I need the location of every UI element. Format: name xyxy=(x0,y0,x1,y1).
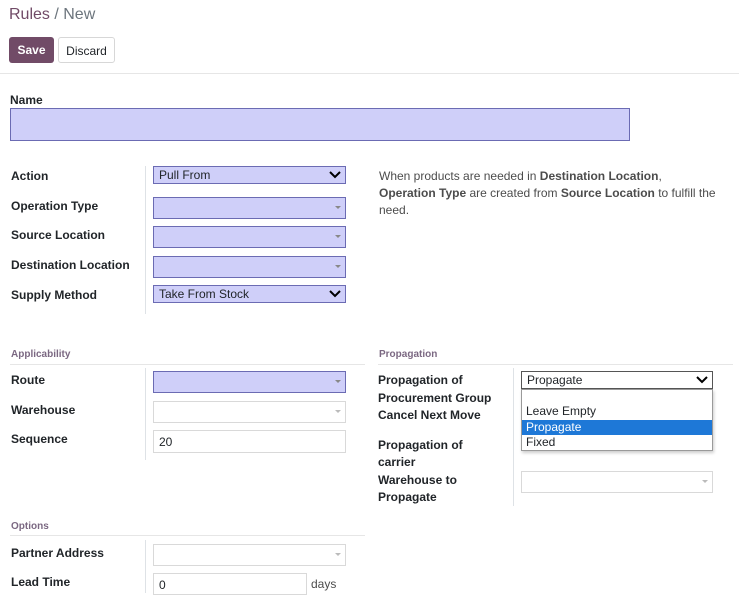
dropdown-caret-icon xyxy=(335,235,341,238)
destination-location-label: Destination Location xyxy=(11,258,130,272)
action-select[interactable]: Pull From xyxy=(153,166,346,184)
dropdown-caret-icon xyxy=(335,410,341,413)
partner-address-label: Partner Address xyxy=(11,546,104,560)
route-label: Route xyxy=(11,373,45,387)
sequence-input[interactable]: 20 xyxy=(153,430,346,453)
dropdown-caret-icon xyxy=(335,553,341,556)
group-separator xyxy=(513,368,514,506)
partner-address-select[interactable] xyxy=(153,544,346,566)
dropdown-caret-icon xyxy=(702,480,708,483)
propagation-section-title: Propagation xyxy=(379,349,438,360)
route-select[interactable] xyxy=(153,371,346,393)
group-separator xyxy=(145,540,146,593)
dropdown-option-empty[interactable] xyxy=(522,390,712,405)
chevron-down-icon xyxy=(329,171,341,179)
applicability-section-title: Applicability xyxy=(11,349,71,360)
propagation-group-select[interactable]: Propagate xyxy=(521,371,713,389)
chevron-down-icon xyxy=(696,376,708,384)
dropdown-option-propagate[interactable]: Propagate xyxy=(522,420,712,435)
cancel-next-move-label: Cancel Next Move xyxy=(378,408,481,422)
breadcrumb-current: New xyxy=(63,6,96,23)
supply-method-select[interactable]: Take From Stock xyxy=(153,285,346,303)
propagation-carrier-label-line1: Propagation of xyxy=(378,438,463,452)
source-location-select[interactable] xyxy=(153,226,346,248)
dropdown-option-fixed[interactable]: Fixed xyxy=(522,435,712,450)
warehouse-to-propagate-label-line1: Warehouse to xyxy=(378,473,457,487)
dropdown-caret-icon xyxy=(335,380,341,383)
rule-help-text: When products are needed in Destination … xyxy=(379,169,716,217)
breadcrumb: Rules / New xyxy=(9,6,95,24)
operation-type-select[interactable] xyxy=(153,197,346,219)
destination-location-select[interactable] xyxy=(153,256,346,278)
breadcrumb-root-link[interactable]: Rules xyxy=(9,6,50,23)
propagation-group-label-line1: Propagation of xyxy=(378,373,463,387)
sequence-value: 20 xyxy=(159,435,173,449)
propagation-group-label-line2: Procurement Group xyxy=(378,391,492,405)
supply-method-value: Take From Stock xyxy=(159,287,250,301)
group-separator xyxy=(145,368,146,460)
lead-time-value: 0 xyxy=(159,578,166,592)
warehouse-to-propagate-select[interactable] xyxy=(521,471,713,493)
operation-type-label: Operation Type xyxy=(11,199,99,213)
section-divider xyxy=(378,364,733,365)
propagation-group-value: Propagate xyxy=(527,373,583,387)
warehouse-select[interactable] xyxy=(153,401,346,423)
section-divider xyxy=(10,535,365,536)
dropdown-option-leave-empty[interactable]: Leave Empty xyxy=(522,404,712,419)
lead-time-label: Lead Time xyxy=(11,575,71,589)
dropdown-caret-icon xyxy=(335,265,341,268)
options-section-title: Options xyxy=(11,521,49,532)
lead-time-input[interactable]: 0 xyxy=(153,573,307,595)
toolbar-divider xyxy=(0,73,739,74)
source-location-label: Source Location xyxy=(11,228,106,242)
propagation-carrier-label-line2: carrier xyxy=(378,455,416,469)
sequence-label: Sequence xyxy=(11,432,68,446)
action-select-value: Pull From xyxy=(159,168,211,182)
group-separator xyxy=(145,166,146,314)
lead-time-unit: days xyxy=(311,577,337,591)
warehouse-to-propagate-label-line2: Propagate xyxy=(378,490,437,504)
chevron-down-icon xyxy=(329,290,341,298)
save-button[interactable]: Save xyxy=(9,37,54,63)
breadcrumb-separator: / xyxy=(49,6,64,23)
section-divider xyxy=(10,364,365,365)
supply-method-label: Supply Method xyxy=(11,288,97,302)
name-label: Name xyxy=(10,93,43,107)
name-input[interactable] xyxy=(10,108,630,141)
propagation-group-dropdown: Leave Empty Propagate Fixed xyxy=(521,389,713,451)
dropdown-caret-icon xyxy=(335,206,341,209)
action-label: Action xyxy=(11,169,49,183)
warehouse-label: Warehouse xyxy=(11,403,76,417)
discard-button[interactable]: Discard xyxy=(58,37,115,63)
